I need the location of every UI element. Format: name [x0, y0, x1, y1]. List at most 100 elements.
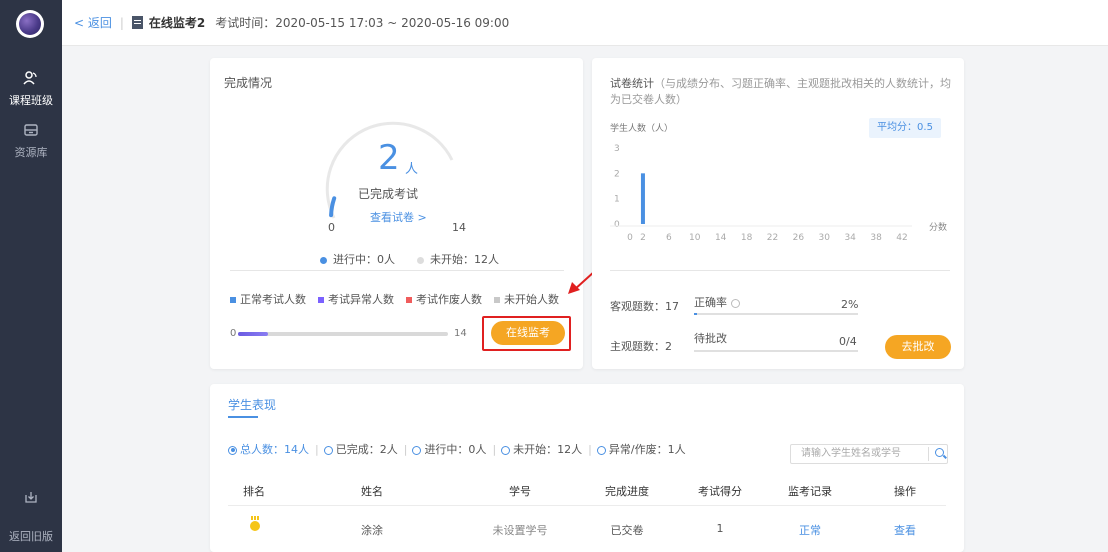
- x-tick-label: 38: [870, 233, 882, 243]
- student-score: 1: [716, 522, 724, 535]
- document-icon: [131, 16, 143, 29]
- class-icon: [0, 70, 62, 90]
- x-tick-label: 14: [715, 233, 727, 243]
- completed-unit: 人: [405, 162, 419, 177]
- search-icon[interactable]: [935, 448, 944, 457]
- divider: |: [403, 442, 408, 456]
- go-grade-button[interactable]: 去批改: [885, 335, 951, 359]
- legend-item-normal: 正常考试人数: [230, 291, 306, 307]
- column-header-monitor-record: 监考记录: [788, 485, 832, 498]
- online-monitor-button[interactable]: 在线监考: [491, 321, 565, 345]
- column-header-rank: 排名: [243, 485, 265, 498]
- divider: [610, 270, 950, 271]
- pending-label: 待批改: [694, 332, 727, 345]
- tab-underline: [228, 416, 258, 418]
- legend-square-icon: [318, 297, 324, 303]
- score-bar: [640, 173, 645, 224]
- column-header-name: 姓名: [361, 485, 383, 498]
- student-filter-row: 总人数：14人 | 已完成：2人 | 进行中：0人 | 未开始：12人 | 异常/作废：1人: [228, 441, 692, 457]
- download-icon[interactable]: [24, 489, 38, 503]
- status-dot-icon: [417, 256, 424, 264]
- student-filter-option[interactable]: 总人数：14人: [228, 441, 309, 457]
- legend-item-voided: 考试作废人数: [406, 291, 482, 307]
- top-bar: < 返回 | 在线监考2 考试时间：2020-05-15 17:03 ~ 202…: [62, 0, 1108, 46]
- student-name: 涂涂: [361, 524, 383, 537]
- x-tick-label: 26: [793, 233, 805, 243]
- student-filter-option[interactable]: 未开始：12人: [501, 441, 582, 457]
- divider: |: [315, 442, 319, 456]
- y-tick-label: 2: [614, 169, 620, 179]
- completion-card: 完成情况 2 人 已完成考试 查看试卷 > 0 14 进行中：0人 未开始：12…: [210, 58, 583, 369]
- student-id: 未设置学号: [492, 524, 548, 537]
- divider: |: [588, 442, 592, 456]
- student-filter-option[interactable]: 异常/作废：1人: [596, 441, 686, 457]
- status-progress-bar: [238, 332, 448, 336]
- sidebar-item-label: 课程班级: [9, 94, 53, 107]
- y-tick-label: 1: [614, 195, 620, 205]
- subjective-count: 主观题数：2: [610, 340, 672, 353]
- progress-max-label: 14: [454, 328, 467, 339]
- gauge-min-label: 0: [328, 221, 335, 234]
- average-score-badge: 平均分：0.5: [869, 118, 941, 138]
- chart-y-label: 学生人数（人）: [610, 124, 674, 134]
- radio-icon: [323, 445, 333, 455]
- sidebar-item-label: 资源库: [14, 146, 48, 159]
- return-old-version-link[interactable]: 返回旧版: [0, 528, 62, 544]
- x-tick-label: 10: [689, 233, 701, 243]
- legend-square-icon: [230, 297, 236, 303]
- legend-square-icon: [406, 297, 412, 303]
- paper-stats-card: 试卷统计（与成绩分布、习题正确率、主观题批改相关的人数统计，均为已交卷人数） 学…: [592, 58, 964, 369]
- sidebar-item-library[interactable]: 资源库: [0, 122, 62, 160]
- stats-title: 试卷统计（与成绩分布、习题正确率、主观题批改相关的人数统计，均为已交卷人数）: [610, 77, 951, 106]
- radio-icon: [596, 445, 606, 455]
- divider: |: [492, 442, 497, 456]
- student-filter-option[interactable]: 进行中：0人: [412, 441, 486, 457]
- accuracy-bar: [694, 313, 858, 315]
- divider: [228, 505, 946, 506]
- pending-value: 0/4: [839, 335, 857, 348]
- legend-square-icon: [494, 297, 500, 303]
- radio-icon: [501, 445, 511, 455]
- divider: [230, 270, 564, 271]
- x-tick-label: 6: [666, 233, 672, 243]
- tab-student-performance[interactable]: 学生表现: [228, 396, 276, 413]
- student-filter-option[interactable]: 已完成：2人: [323, 441, 398, 457]
- score-distribution-chart: 01230 2 6 10 14 18 22 26 30 34 38 42分数: [610, 144, 947, 243]
- view-paper-link[interactable]: 查看试卷 >: [370, 209, 427, 225]
- gauge-progress-arc: [329, 196, 337, 218]
- x-tick-label: 18: [741, 233, 753, 243]
- student-search-input[interactable]: 请输入学生姓名或学号: [790, 444, 948, 464]
- divider: [928, 447, 929, 461]
- objective-count: 客观题数：17: [610, 300, 679, 313]
- column-header-actions: 操作: [894, 485, 916, 498]
- sidebar: 课程班级 资源库 返回旧版: [0, 0, 62, 552]
- info-icon[interactable]: [730, 298, 740, 308]
- legend-item-not-started: 未开始人数: [494, 291, 559, 307]
- accuracy-label: 正确率: [694, 294, 740, 310]
- accuracy-bar-fill: [694, 313, 698, 315]
- monitor-record-link[interactable]: 正常: [770, 522, 850, 538]
- student-performance-card: 学生表现 总人数：14人 | 已完成：2人 | 进行中：0人 | 未开始：12人 | 异常/作废…: [210, 384, 964, 552]
- library-icon: [0, 122, 62, 142]
- status-summary: 进行中：0人 未开始：12人: [320, 251, 499, 267]
- pending-bar: [694, 350, 858, 352]
- x-axis-label: 分数: [929, 221, 947, 233]
- gauge-max-label: 14: [452, 221, 466, 234]
- column-header-student-id: 学号: [509, 485, 531, 498]
- student-progress: 已交卷: [610, 524, 644, 537]
- x-tick-label: 34: [844, 233, 856, 243]
- sidebar-item-course-class[interactable]: 课程班级: [0, 70, 62, 108]
- back-link[interactable]: < 返回: [74, 14, 112, 31]
- progress-min-label: 0: [230, 328, 237, 339]
- completion-title: 完成情况: [224, 76, 273, 90]
- radio-icon: [412, 445, 422, 455]
- app-logo[interactable]: [16, 10, 44, 38]
- legend-item-abnormal: 考试异常人数: [318, 291, 394, 307]
- medal-icon: [250, 516, 260, 531]
- exam-title: 在线监考2: [148, 16, 206, 30]
- in-progress-status: 进行中：0人: [320, 251, 395, 267]
- x-tick-label: 2: [640, 233, 646, 243]
- y-tick-label: 0: [614, 220, 620, 230]
- x-tick-label: 42: [896, 233, 907, 243]
- view-student-link[interactable]: 查看: [865, 522, 945, 538]
